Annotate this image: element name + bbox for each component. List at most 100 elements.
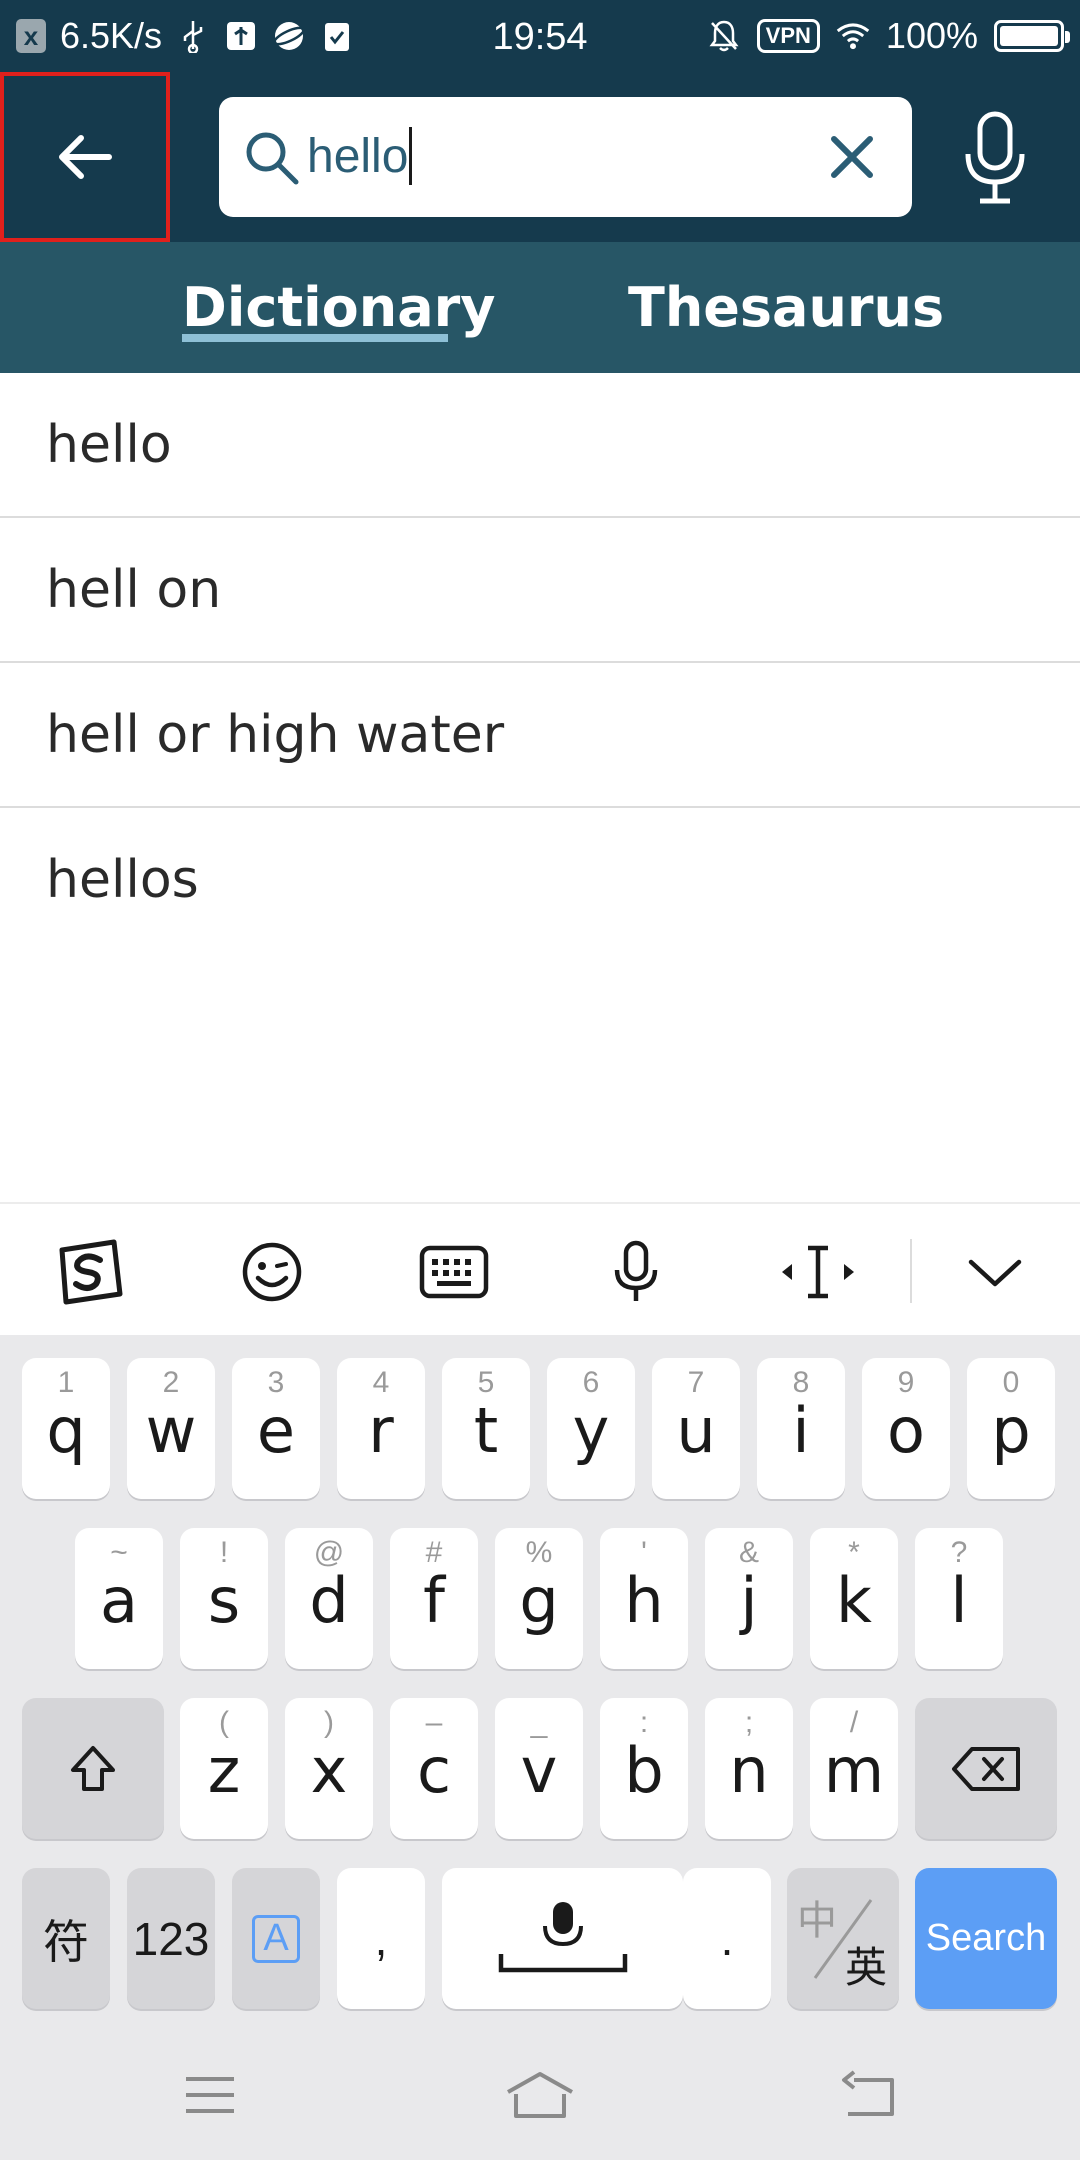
suggestion-item[interactable]: hell on xyxy=(0,518,1080,663)
key-e[interactable]: 3e xyxy=(232,1358,320,1499)
key-label: s xyxy=(207,1564,241,1637)
key-w[interactable]: 2w xyxy=(127,1358,215,1499)
backspace-key[interactable] xyxy=(915,1698,1057,1839)
key-q[interactable]: 1q xyxy=(22,1358,110,1499)
tab-thesaurus[interactable]: Thesaurus xyxy=(628,242,944,373)
search-query: hello xyxy=(307,130,409,183)
key-label: Search xyxy=(925,1917,1047,1959)
sogou-logo-icon[interactable] xyxy=(50,1232,130,1312)
key-label: o xyxy=(887,1394,925,1467)
key-t[interactable]: 5t xyxy=(442,1358,530,1499)
key-label: x xyxy=(310,1734,348,1807)
keyboard-icon[interactable] xyxy=(414,1232,494,1312)
period-key[interactable]: . xyxy=(683,1868,771,2009)
key-j[interactable]: & j xyxy=(705,1528,793,1669)
key-label: y xyxy=(572,1394,610,1467)
battery-icon xyxy=(994,20,1070,52)
key-label: u xyxy=(676,1394,716,1467)
numbers-key[interactable]: 123 xyxy=(127,1868,215,2009)
key-y[interactable]: 6y xyxy=(547,1358,635,1499)
key-f[interactable]: # f xyxy=(390,1528,478,1669)
key-label: a xyxy=(100,1564,138,1637)
key-label: q xyxy=(46,1394,86,1467)
key-label: 符 xyxy=(43,1915,89,1968)
key-label: d xyxy=(309,1564,349,1637)
key-i[interactable]: 8i xyxy=(757,1358,845,1499)
key-g[interactable]: % g xyxy=(495,1528,583,1669)
back-button[interactable] xyxy=(0,72,170,242)
collapse-keyboard-icon[interactable] xyxy=(955,1232,1035,1312)
key-label: r xyxy=(368,1394,394,1467)
search-key[interactable]: Search xyxy=(915,1868,1057,2009)
status-bar: x 6.5K/s 19:54 VPN 100% xyxy=(0,0,1080,72)
key-r[interactable]: 4r xyxy=(337,1358,425,1499)
notification-badge-icon: x xyxy=(16,19,46,53)
clipboard-check-icon xyxy=(320,19,354,53)
space-mic-icon xyxy=(498,1901,627,1972)
key-label: g xyxy=(519,1564,559,1637)
back-nav-icon[interactable] xyxy=(830,2065,910,2125)
key-u[interactable]: 7u xyxy=(652,1358,740,1499)
language-key[interactable]: A xyxy=(232,1868,320,2009)
text-caret xyxy=(409,127,413,186)
active-tab-indicator xyxy=(182,334,448,342)
suggestion-item[interactable]: hello xyxy=(0,373,1080,518)
key-m[interactable]: / m xyxy=(810,1698,898,1839)
suggestion-item[interactable]: hellos xyxy=(0,808,1080,953)
key-label: 123 xyxy=(132,1912,210,1965)
symbols-key[interactable]: 符 xyxy=(22,1868,110,2009)
key-x[interactable]: ) x xyxy=(285,1698,373,1839)
key-label: k xyxy=(836,1564,872,1637)
comma-key[interactable]: , xyxy=(337,1868,425,2009)
keyboard-toolbar xyxy=(0,1202,1080,1335)
language-switch-key[interactable]: 中 英 xyxy=(787,1868,899,2009)
key-label: n xyxy=(729,1734,769,1807)
key-c[interactable]: – c xyxy=(390,1698,478,1839)
key-b[interactable]: :b xyxy=(600,1698,688,1839)
key-k[interactable]: * k xyxy=(810,1528,898,1669)
battery-percent: 100% xyxy=(885,15,978,56)
key-label: z xyxy=(207,1734,241,1807)
key-label: j xyxy=(740,1564,758,1637)
key-o[interactable]: 9o xyxy=(862,1358,950,1499)
tab-dictionary[interactable]: Dictionary xyxy=(182,242,495,373)
home-icon[interactable] xyxy=(500,2065,580,2125)
cursor-move-icon[interactable] xyxy=(778,1232,858,1312)
close-icon[interactable] xyxy=(822,127,882,187)
key-l[interactable]: ? l xyxy=(915,1528,1003,1669)
search-input[interactable]: hello xyxy=(307,125,413,189)
backspace-icon xyxy=(952,1746,1020,1791)
search-field[interactable]: hello xyxy=(219,97,912,217)
key-label: h xyxy=(624,1564,664,1637)
tab-bar: Dictionary Thesaurus xyxy=(0,242,1080,373)
app-top-bar: hello xyxy=(0,72,1080,242)
shift-key[interactable] xyxy=(22,1698,164,1839)
voice-input-icon[interactable] xyxy=(596,1232,676,1312)
menu-icon[interactable] xyxy=(170,2065,250,2125)
toolbar-divider xyxy=(910,1239,912,1303)
vpn-badge: VPN xyxy=(756,19,820,53)
microphone-icon[interactable] xyxy=(960,110,1030,206)
key-label: t xyxy=(473,1394,499,1467)
arrow-left-icon xyxy=(59,135,112,179)
key-label: v xyxy=(520,1734,558,1807)
key-a[interactable]: ~ a xyxy=(75,1528,163,1669)
soft-keyboard: 1q 2w 3e 4r 5t 6y 7u 8i 9o 0p ~ a ! s @ d #… xyxy=(0,1335,1080,2035)
key-z[interactable]: (z xyxy=(180,1698,268,1839)
key-v[interactable]: _ v xyxy=(495,1698,583,1839)
usb-icon xyxy=(176,19,210,53)
key-label: c xyxy=(416,1734,452,1807)
search-icon xyxy=(246,132,299,185)
key-s[interactable]: ! s xyxy=(180,1528,268,1669)
key-p[interactable]: 0p xyxy=(967,1358,1055,1499)
emoji-icon[interactable] xyxy=(232,1232,312,1312)
space-key[interactable] xyxy=(442,1868,683,2009)
key-d[interactable]: @ d xyxy=(285,1528,373,1669)
key-label: l xyxy=(950,1564,968,1637)
key-label: , xyxy=(374,1912,388,1965)
key-h[interactable]: ' h xyxy=(600,1528,688,1669)
shift-arrow-icon xyxy=(71,1745,115,1791)
suggestion-item[interactable]: hell or high water xyxy=(0,663,1080,808)
key-n[interactable]: ; n xyxy=(705,1698,793,1839)
key-label: p xyxy=(991,1394,1031,1467)
